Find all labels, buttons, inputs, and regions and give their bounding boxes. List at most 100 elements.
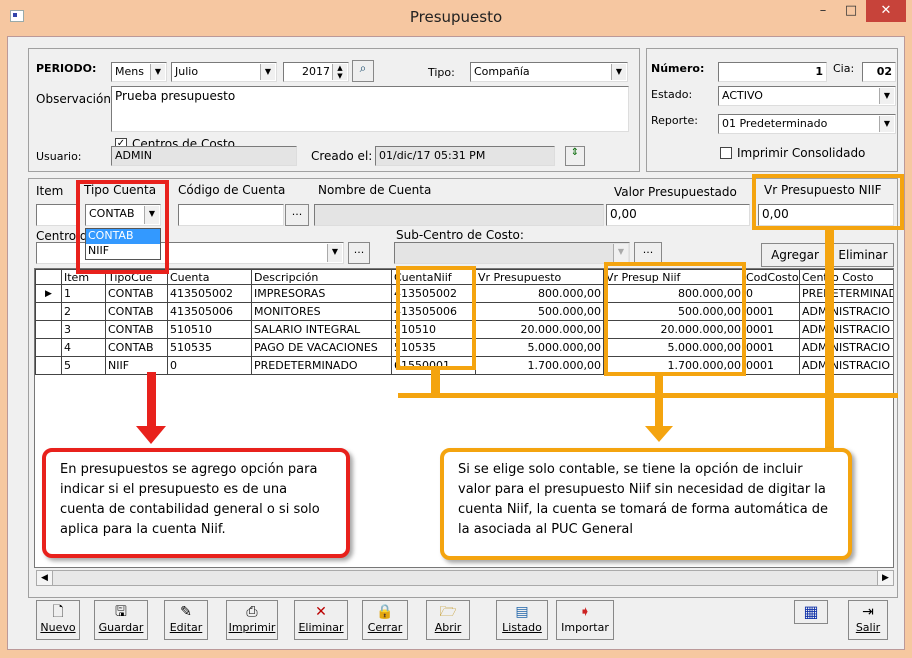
period-type-combo[interactable]: Mens ▼ — [111, 62, 167, 82]
valor-presupuestado-field[interactable]: 0,00 — [606, 204, 750, 226]
delete-icon: ✕ — [315, 604, 327, 620]
grid-cell: 5 — [61, 356, 106, 375]
observacion-field[interactable]: Prueba presupuesto — [111, 86, 629, 132]
grid-cell: NIIF — [105, 356, 168, 375]
valor-presupuestado-label: Valor Presupuestado — [614, 185, 737, 199]
nombre-cuenta-field — [314, 204, 604, 226]
item-label: Item — [36, 184, 64, 198]
tipo-combo[interactable]: Compañía ▼ — [470, 62, 628, 82]
printer-icon: ⎙ — [246, 604, 258, 620]
listado-button[interactable]: ▤ Listado — [496, 600, 548, 640]
tipo-cuenta-combo[interactable]: CONTAB ▼ — [85, 204, 161, 226]
eliminar-button[interactable]: ✕ Eliminar — [294, 600, 348, 640]
grid-cell: 0 — [167, 356, 252, 375]
grid-col-header[interactable]: Cuenta — [167, 269, 252, 285]
cia-label: Cia: — [833, 62, 855, 75]
grid-cell: 510510 — [167, 320, 252, 339]
centro-lookup-button[interactable]: ... — [348, 242, 370, 264]
codigo-lookup-button[interactable]: ... — [285, 204, 309, 226]
grid-cell: PREDETERMINADO — [251, 356, 392, 375]
year-spinner[interactable]: 2017 ▲ ▼ — [283, 62, 349, 82]
imprimir-button[interactable]: ⎙ Imprimir — [226, 600, 278, 640]
grid-col-header[interactable]: Centro Costo — [799, 269, 893, 285]
scroll-left-icon[interactable]: ◀ — [37, 571, 53, 585]
estado-combo[interactable]: ACTIVO ▼ — [718, 86, 896, 106]
exit-icon: ⇥ — [862, 604, 874, 620]
grid-col-header[interactable]: CodCosto — [743, 269, 800, 285]
importar-button[interactable]: ➧ Importar — [556, 600, 614, 640]
cia-field[interactable]: 02 — [862, 62, 896, 82]
abrir-button[interactable]: 🗁 Abrir — [426, 600, 470, 640]
grid-cell: ADMINISTRACIO — [799, 302, 893, 321]
month-combo[interactable]: Julio ▼ — [171, 62, 277, 82]
grid-cell: 20.000.000,00 — [475, 320, 604, 339]
nuevo-button[interactable]: 🗋 Nuevo — [36, 600, 80, 640]
agregar-button[interactable]: Agregar — [761, 243, 829, 267]
search-period-button[interactable]: ⌕ — [352, 60, 374, 82]
grid-cell: 413505006 — [167, 302, 252, 321]
vr-presup-niif-highlight — [604, 262, 746, 376]
refresh-icon: ⇕ — [570, 147, 580, 158]
open-folder-icon: 🗁 — [439, 604, 457, 620]
grid-cell: CONTAB — [105, 320, 168, 339]
creado-label: Creado el: — [311, 149, 373, 163]
import-icon: ➧ — [579, 604, 591, 620]
minimize-button[interactable]: – — [808, 0, 838, 22]
imprimir-consolidado-checkbox[interactable] — [720, 147, 732, 159]
observacion-label: Observación: — [36, 92, 116, 106]
row-selector-header — [35, 269, 62, 285]
edit-icon: ✎ — [180, 604, 192, 620]
chevron-down-icon: ▼ — [144, 206, 159, 224]
subcentro-combo[interactable]: ▼ — [394, 242, 630, 264]
guardar-button[interactable]: 🖫 Guardar — [94, 600, 148, 640]
orange-divider — [398, 393, 898, 398]
row-selector — [35, 338, 62, 357]
horizontal-scrollbar[interactable] — [36, 570, 894, 586]
grid-cell: 510535 — [167, 338, 252, 357]
nombre-cuenta-label: Nombre de Cuenta — [318, 183, 432, 197]
grid-cell: 800.000,00 — [475, 284, 604, 303]
numero-label: Número: — [651, 62, 705, 75]
grid-col-header[interactable]: Vr Presupuesto — [475, 269, 604, 285]
red-callout: En presupuestos se agrego opción para in… — [42, 448, 350, 558]
calculator-button[interactable]: ▦ — [794, 600, 828, 624]
chevron-down-icon: ▼ — [150, 64, 165, 80]
chevron-down-icon: ▼ — [879, 88, 894, 104]
grid-cell: MONITORES — [251, 302, 392, 321]
periodo-label: PERIODO: — [36, 62, 97, 75]
grid-cell: 0001 — [743, 320, 800, 339]
grid-cell: 0001 — [743, 356, 800, 375]
grid-cell: 500.000,00 — [475, 302, 604, 321]
codigo-cuenta-label: Código de Cuenta — [178, 183, 286, 197]
orange-arrow-icon — [645, 426, 673, 442]
editar-button[interactable]: ✎ Editar — [164, 600, 208, 640]
dropdown-option[interactable]: CONTAB — [86, 229, 160, 244]
maximize-button[interactable]: □ — [838, 0, 864, 22]
close-button[interactable]: ✕ — [866, 0, 906, 22]
vr-presupuesto-niif-highlight — [752, 174, 904, 230]
subcentro-lookup-button[interactable]: ... — [634, 242, 662, 264]
scroll-right-icon[interactable]: ▶ — [877, 571, 893, 585]
arrow-shaft — [147, 372, 156, 428]
grid-cell: PREDETERMINAD — [799, 284, 893, 303]
codigo-cuenta-field[interactable] — [178, 204, 284, 226]
chevron-down-icon: ▼ — [260, 64, 275, 80]
grid-cell: 0 — [743, 284, 800, 303]
grid-cell: 0001 — [743, 338, 800, 357]
item-field[interactable] — [36, 204, 80, 226]
refresh-button[interactable]: ⇕ — [565, 146, 585, 166]
grid-cell: ADMINISTRACIO — [799, 338, 893, 357]
eliminar-detail-button[interactable]: Eliminar — [832, 243, 894, 267]
grid-cell: CONTAB — [105, 284, 168, 303]
numero-field[interactable]: 1 — [718, 62, 827, 82]
grid-cell: 0001 — [743, 302, 800, 321]
usuario-label: Usuario: — [36, 150, 82, 163]
row-selector — [35, 356, 62, 375]
salir-button[interactable]: ⇥ Salir — [848, 600, 888, 640]
grid-col-header[interactable]: Descripción — [251, 269, 392, 285]
dropdown-option[interactable]: NIIF — [86, 244, 160, 259]
chevron-down-icon: ▼ — [613, 244, 628, 262]
reporte-combo[interactable]: 01 Predeterminado ▼ — [718, 114, 896, 134]
grid-cell: 3 — [61, 320, 106, 339]
cerrar-button[interactable]: 🔒 Cerrar — [362, 600, 408, 640]
